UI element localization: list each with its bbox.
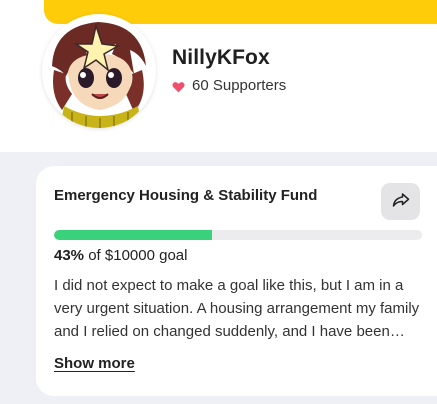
heart-icon bbox=[172, 80, 185, 92]
share-button[interactable] bbox=[381, 183, 420, 220]
goal-progress-fill bbox=[54, 230, 213, 240]
goal-description: I did not expect to make a goal like thi… bbox=[54, 277, 420, 340]
supporters-label: 60 Supporters bbox=[192, 77, 287, 94]
avatar[interactable] bbox=[42, 14, 156, 128]
share-icon bbox=[392, 192, 410, 211]
goal-progress-bar bbox=[54, 230, 422, 240]
goal-status: 43% of $10000 goal bbox=[54, 247, 187, 264]
goal-percent: 43% bbox=[54, 247, 85, 264]
creator-name[interactable]: NillyKFox bbox=[172, 46, 270, 70]
goal-card: Emergency Housing & Stability Fund 43% o… bbox=[36, 166, 437, 396]
show-more-link[interactable]: Show more bbox=[54, 355, 135, 372]
goal-title: Emergency Housing & Stability Fund bbox=[54, 187, 318, 204]
supporters-count: 60 Supporters bbox=[172, 77, 286, 94]
goal-target: of $10000 goal bbox=[88, 247, 188, 264]
profile-header: NillyKFox 60 Supporters bbox=[0, 0, 437, 152]
